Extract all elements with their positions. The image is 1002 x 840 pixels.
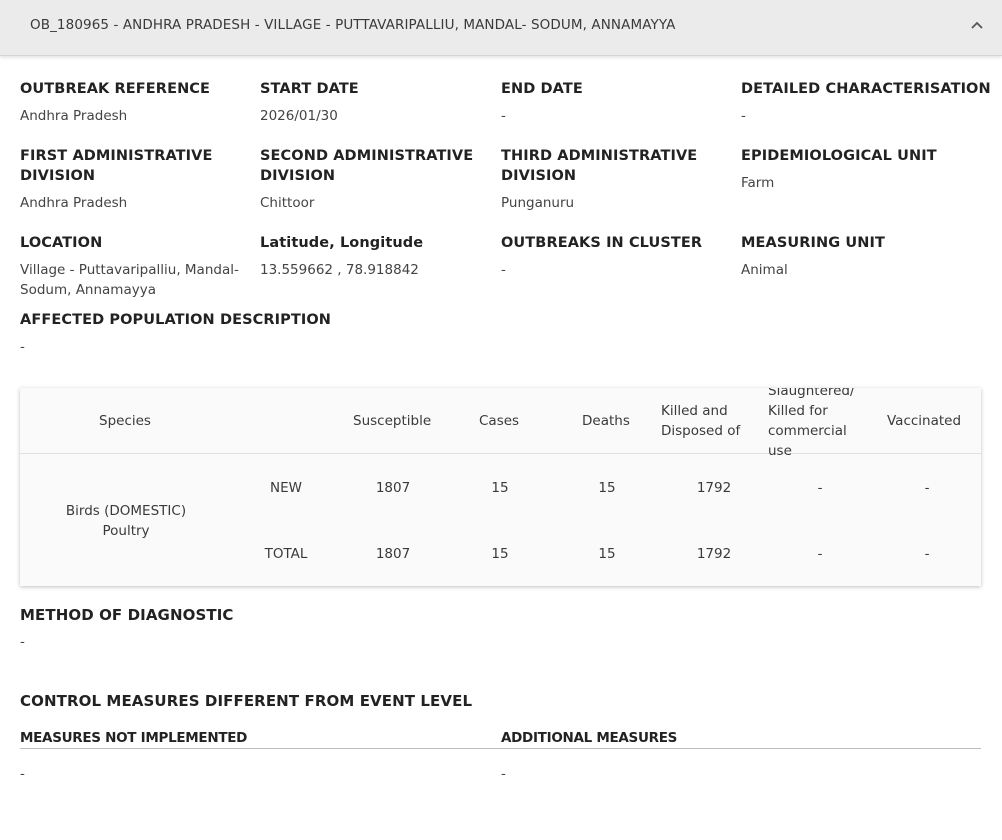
species-table: Species Susceptible Cases Deaths Killed … (20, 388, 981, 586)
th-deaths: Deaths (582, 413, 630, 429)
cell-deaths: 15 (598, 546, 616, 562)
field-outbreak-reference: OUTBREAK REFERENCE Andhra Pradesh (20, 79, 252, 126)
chevron-up-icon[interactable] (966, 17, 988, 33)
cell-killed: 1792 (696, 480, 732, 496)
field-second-admin-division: SECOND ADMINISTRATIVE DIVISION Chittoor (260, 146, 485, 213)
field-label: DETAILED CHARACTERISATION (741, 81, 991, 97)
field-label: END DATE (501, 81, 583, 97)
field-value: Chittoor (260, 195, 315, 211)
row-type: NEW (270, 480, 302, 496)
cell-vaccinated: - (924, 546, 930, 562)
outbreak-header[interactable]: OB_180965 - ANDHRA PRADESH - VILLAGE - P… (0, 0, 1002, 56)
field-location: LOCATION Village - Puttavaripalliu, Mand… (20, 233, 250, 300)
field-value: - (501, 108, 506, 124)
additional-measures-label: ADDITIONAL MEASURES (501, 730, 678, 746)
field-label: Latitude, Longitude (260, 235, 424, 251)
additional-measures-value: - (501, 766, 506, 782)
field-latitude-longitude: Latitude, Longitude 13.559662 , 78.91884… (260, 233, 492, 280)
field-value: Andhra Pradesh (20, 108, 128, 124)
field-third-admin-division: THIRD ADMINISTRATIVE DIVISION Punganuru (501, 146, 726, 213)
field-outbreaks-in-cluster: OUTBREAKS IN CLUSTER - (501, 233, 733, 280)
divider (20, 748, 500, 749)
field-detailed-characterisation: DETAILED CHARACTERISATION - (741, 79, 991, 126)
method-of-diagnostic-label: METHOD OF DIAGNOSTIC (20, 606, 234, 624)
measures-not-implemented-value: - (20, 766, 25, 782)
cell-susceptible: 1807 (375, 480, 411, 496)
th-killed-disposed: Killed and Disposed of (661, 403, 741, 439)
field-value: Village - Puttavaripalliu, Mandal- Sodum… (20, 262, 239, 298)
control-measures-title: CONTROL MEASURES DIFFERENT FROM EVENT LE… (20, 692, 473, 710)
field-start-date: START DATE 2026/01/30 (260, 79, 492, 126)
field-label: SECOND ADMINISTRATIVE DIVISION (260, 148, 474, 184)
field-value: Animal (741, 262, 788, 278)
cell-deaths: 15 (598, 480, 616, 496)
th-slaughtered: Slaughtered/ Killed for commercial use (768, 388, 855, 459)
field-value: Andhra Pradesh (20, 195, 128, 211)
field-label: OUTBREAK REFERENCE (20, 81, 211, 97)
field-label: LOCATION (20, 235, 103, 251)
field-value: Farm (741, 175, 775, 191)
divider (500, 748, 981, 749)
field-measuring-unit: MEASURING UNIT Animal (741, 233, 991, 280)
th-susceptible: Susceptible (353, 413, 432, 429)
field-end-date: END DATE - (501, 79, 733, 126)
field-label: EPIDEMIOLOGICAL UNIT (741, 148, 937, 164)
cell-slaughtered: - (817, 480, 823, 496)
field-label: AFFECTED POPULATION DESCRIPTION (20, 312, 332, 328)
field-affected-population: AFFECTED POPULATION DESCRIPTION - (20, 310, 420, 357)
field-value: 2026/01/30 (260, 108, 338, 124)
cell-cases: 15 (491, 480, 509, 496)
field-value: Punganuru (501, 195, 575, 211)
cell-slaughtered: - (817, 546, 823, 562)
cell-vaccinated: - (924, 480, 930, 496)
th-species: Species (99, 413, 151, 429)
outbreak-title: OB_180965 - ANDHRA PRADESH - VILLAGE - P… (30, 17, 676, 33)
field-value: - (741, 108, 746, 124)
field-label: START DATE (260, 81, 359, 97)
field-value: - (20, 339, 25, 355)
field-label: THIRD ADMINISTRATIVE DIVISION (501, 148, 698, 184)
field-epidemiological-unit: EPIDEMIOLOGICAL UNIT Farm (741, 146, 991, 193)
field-value: - (501, 262, 506, 278)
field-label: OUTBREAKS IN CLUSTER (501, 235, 703, 251)
field-label: MEASURING UNIT (741, 235, 886, 251)
cell-killed: 1792 (696, 546, 732, 562)
field-label: FIRST ADMINISTRATIVE DIVISION (20, 148, 213, 184)
th-vaccinated: Vaccinated (887, 413, 962, 429)
method-of-diagnostic-value: - (20, 634, 25, 650)
species-name: Birds (DOMESTIC) Poultry (65, 503, 187, 539)
field-value: 13.559662 , 78.918842 (260, 262, 419, 278)
measures-not-implemented-label: MEASURES NOT IMPLEMENTED (20, 730, 248, 746)
field-first-admin-division: FIRST ADMINISTRATIVE DIVISION Andhra Pra… (20, 146, 245, 213)
cell-susceptible: 1807 (375, 546, 411, 562)
th-cases: Cases (479, 413, 520, 429)
table-header: Species Susceptible Cases Deaths Killed … (20, 388, 981, 459)
cell-cases: 15 (491, 546, 509, 562)
row-type: TOTAL (264, 546, 308, 562)
